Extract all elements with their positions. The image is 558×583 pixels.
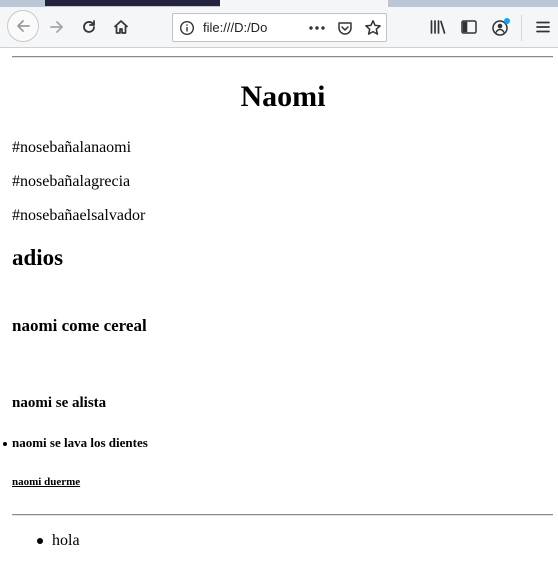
library-button[interactable] [422, 11, 454, 43]
heading-6: naomi duerme [12, 476, 81, 488]
account-icon [492, 18, 510, 36]
list-bullet [37, 538, 43, 544]
menu-icon [536, 21, 550, 33]
page-title: Naomi [240, 80, 326, 113]
url-bar[interactable]: file:///D:/Do [172, 13, 387, 42]
toolbar-separator [521, 15, 522, 41]
page-content: Naomi #nosebañalanaomi #nosebañalagrecia… [0, 48, 558, 583]
home-button[interactable] [105, 11, 137, 43]
heading-2: adios [12, 245, 64, 270]
inactive-tab[interactable] [45, 0, 220, 6]
heading-4: naomi se alista [12, 395, 107, 411]
paragraph-3: #nosebañaelsalvador [12, 207, 146, 224]
list-item: hola [52, 532, 80, 549]
star-icon[interactable] [364, 19, 382, 37]
library-icon [430, 20, 446, 34]
heading-5: naomi se lava los dientes [12, 435, 148, 450]
url-text: file:///D:/Do [203, 20, 268, 35]
back-arrow-icon [17, 20, 30, 32]
paragraph-2: #nosebañalagrecia [12, 173, 131, 190]
sidebar-button[interactable] [453, 11, 485, 43]
account-button[interactable] [485, 11, 517, 43]
forward-button[interactable] [41, 11, 73, 43]
heading-3: naomi come cereal [12, 316, 147, 335]
back-button[interactable] [7, 10, 39, 42]
pocket-icon[interactable] [337, 20, 353, 36]
reload-button[interactable] [73, 11, 105, 43]
menu-button[interactable] [527, 11, 558, 43]
stray-bullet [3, 442, 7, 446]
browser-toolbar: file:///D:/Do [0, 7, 558, 48]
horizontal-rule-top [12, 56, 553, 58]
reload-icon [83, 20, 95, 33]
more-dots-icon[interactable] [308, 20, 326, 36]
home-icon [113, 20, 129, 34]
paragraph-1: #nosebañalanaomi [12, 139, 132, 156]
info-icon [179, 20, 195, 36]
sidebar-icon [461, 20, 477, 34]
horizontal-rule-bottom [12, 514, 553, 516]
forward-arrow-icon [50, 21, 63, 33]
